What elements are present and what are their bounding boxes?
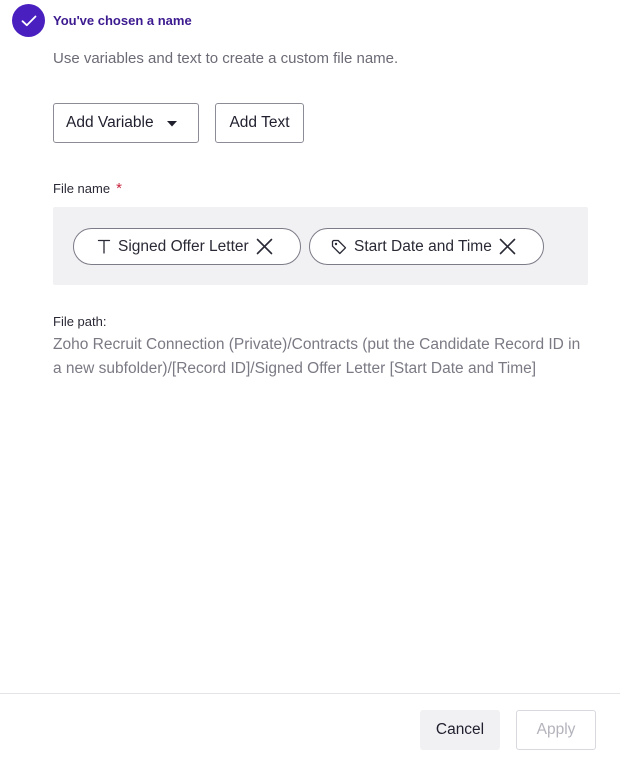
file-name-chip-variable[interactable]: Start Date and Time: [309, 228, 544, 265]
check-icon: [21, 15, 36, 26]
close-icon[interactable]: [498, 237, 518, 257]
footer-divider: [0, 693, 620, 694]
required-marker: *: [116, 180, 122, 197]
add-variable-label: Add Variable: [66, 114, 154, 131]
caret-down-icon: [166, 121, 177, 127]
file-name-builder[interactable]: Signed Offer Letter Start Date and Time: [53, 207, 588, 285]
subtitle: Use variables and text to create a custo…: [53, 50, 399, 67]
step-header: You've chosen a name: [12, 4, 192, 37]
file-name-label: File name *: [53, 180, 122, 197]
add-text-label: Add Text: [229, 114, 290, 131]
tag-icon: [329, 237, 349, 257]
chip-label: Signed Offer Letter: [118, 237, 249, 255]
cancel-button[interactable]: Cancel: [420, 710, 500, 750]
chip-label: Start Date and Time: [354, 237, 492, 255]
text-type-icon: [94, 237, 114, 257]
step-title: You've chosen a name: [53, 13, 192, 28]
close-icon[interactable]: [255, 237, 275, 257]
add-variable-button[interactable]: Add Variable: [53, 103, 199, 143]
file-name-label-text: File name: [53, 181, 111, 196]
file-name-panel: You've chosen a name Use variables and t…: [0, 0, 620, 766]
add-text-button[interactable]: Add Text: [215, 103, 304, 143]
file-path-value: Zoho Recruit Connection (Private)/Contra…: [53, 336, 581, 377]
file-path-label: File path:: [53, 314, 107, 329]
step-complete-badge: [12, 4, 45, 37]
apply-button[interactable]: Apply: [516, 710, 596, 750]
file-name-chip-text[interactable]: Signed Offer Letter: [73, 228, 301, 265]
